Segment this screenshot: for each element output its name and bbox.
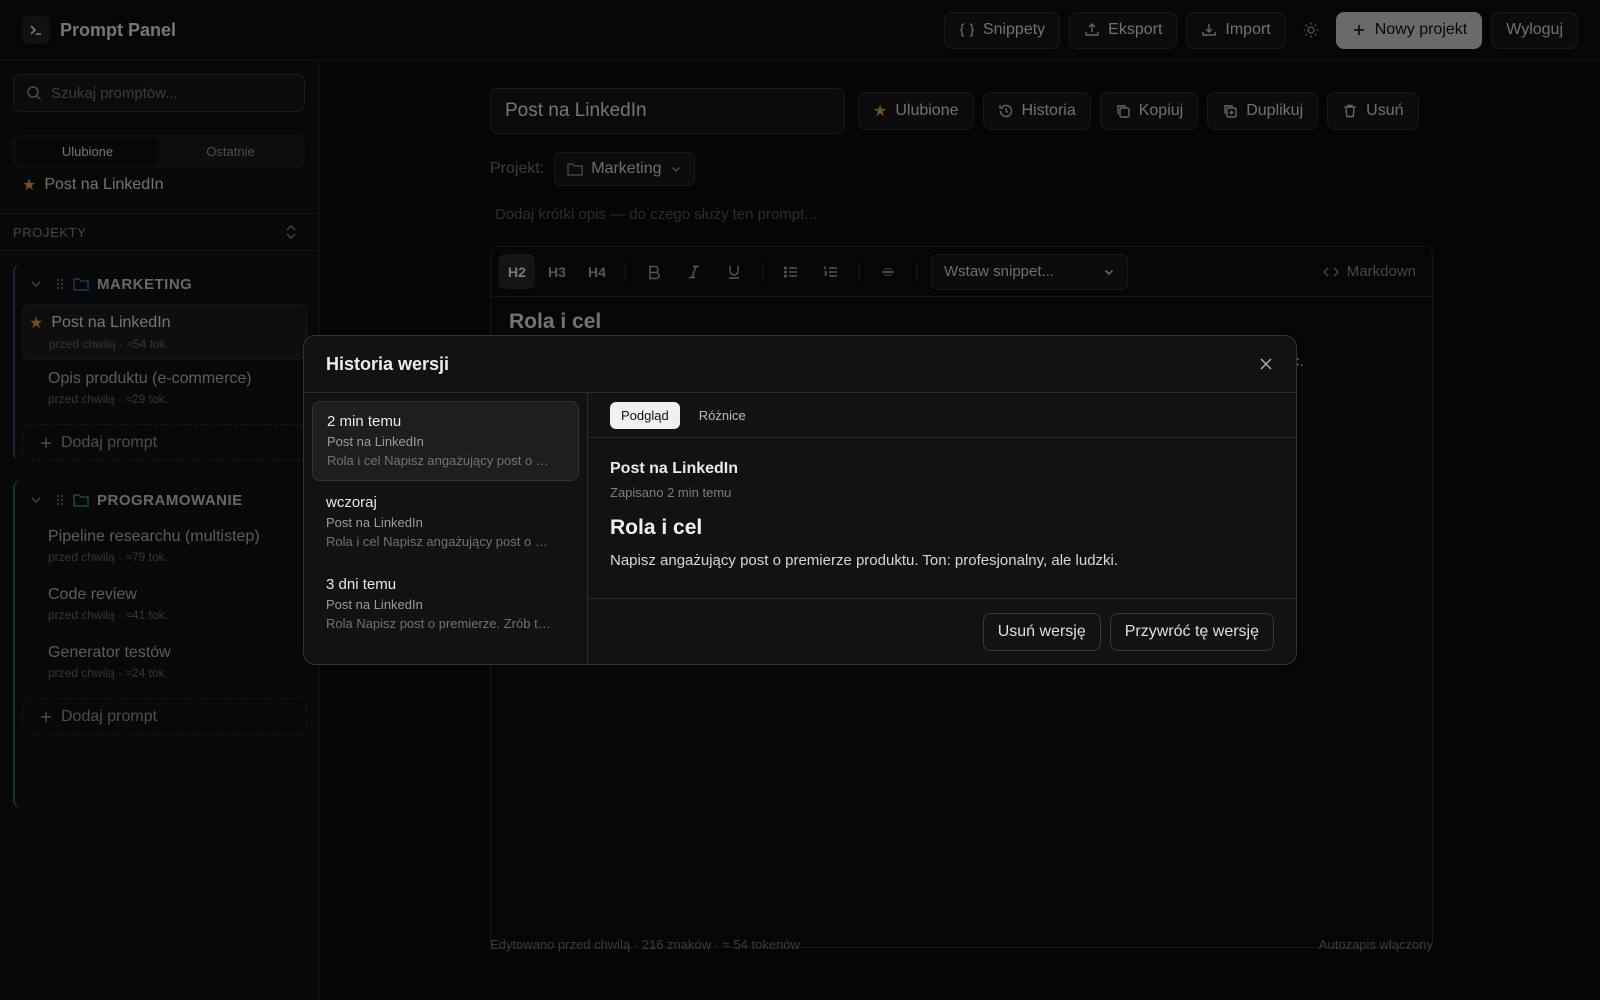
tab-diff[interactable]: Różnice bbox=[688, 402, 757, 429]
version-time: 2 min temu bbox=[327, 413, 402, 430]
restore-version-button[interactable]: Przywróć tę wersję bbox=[1109, 613, 1274, 651]
preview-saved: Zapisano 2 min temu bbox=[610, 485, 732, 500]
tab-preview[interactable]: Podgląd bbox=[610, 401, 680, 429]
version-item[interactable]: 2 min temu Post na LinkedIn Rola i cel N… bbox=[312, 401, 579, 481]
version-excerpt: Rola i cel Napisz angażujący post o prem… bbox=[327, 453, 555, 468]
close-icon[interactable] bbox=[1258, 356, 1274, 372]
version-history-modal: Historia wersji 2 min temu Post na Linke… bbox=[303, 335, 1297, 665]
version-detail: Podgląd Różnice Post na LinkedIn Zapisan… bbox=[588, 393, 1296, 664]
preview-body: Napisz angażujący post o premierze produ… bbox=[610, 552, 1119, 569]
version-time: 3 dni temu bbox=[326, 576, 397, 593]
modal-header: Historia wersji bbox=[304, 336, 1296, 393]
version-preview: Post na LinkedIn Zapisano 2 min temu Rol… bbox=[588, 438, 1296, 569]
modal-footer: Usuń wersję Przywróć tę wersję bbox=[588, 598, 1296, 664]
version-time: wczoraj bbox=[326, 494, 377, 511]
version-title: Post na LinkedIn bbox=[326, 597, 423, 612]
version-item[interactable]: wczoraj Post na LinkedIn Rola i cel Napi… bbox=[312, 483, 579, 563]
version-excerpt: Rola Napisz post o premierze. Zrób to kr… bbox=[326, 616, 554, 631]
version-list: 2 min temu Post na LinkedIn Rola i cel N… bbox=[304, 393, 588, 664]
modal-title: Historia wersji bbox=[326, 353, 450, 374]
version-title: Post na LinkedIn bbox=[326, 515, 423, 530]
version-excerpt: Rola i cel Napisz angażujący post o prem… bbox=[326, 534, 554, 549]
preview-title: Post na LinkedIn bbox=[610, 460, 739, 477]
version-tabs: Podgląd Różnice bbox=[588, 393, 1296, 438]
version-title: Post na LinkedIn bbox=[327, 434, 424, 449]
delete-version-button[interactable]: Usuń wersję bbox=[982, 613, 1101, 651]
version-item[interactable]: 3 dni temu Post na LinkedIn Rola Napisz … bbox=[312, 565, 579, 645]
preview-heading: Rola i cel bbox=[610, 516, 703, 539]
